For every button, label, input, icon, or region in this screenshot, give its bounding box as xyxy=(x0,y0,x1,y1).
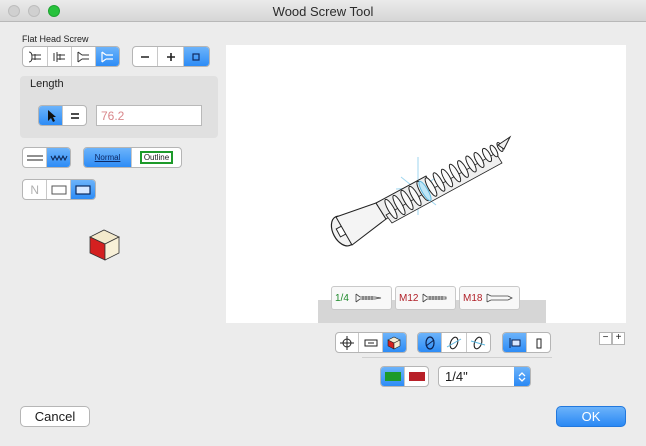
equals-icon xyxy=(70,112,79,119)
rotate-tilt-icon xyxy=(446,336,462,349)
rotate-side-button[interactable] xyxy=(467,333,490,352)
head-type-label: Flat Head Screw xyxy=(22,34,89,44)
plain-thread-icon xyxy=(26,155,43,160)
thread-plain-button[interactable] xyxy=(23,148,47,167)
render-outline-button[interactable]: Outline xyxy=(132,148,181,167)
wood-screw-tool-window: Wood Screw Tool Flat Head Screw Length 7… xyxy=(0,0,646,446)
zoom-out-button[interactable]: − xyxy=(599,332,612,345)
preset-m12-label: M12 xyxy=(399,292,419,304)
align-vertical-icon xyxy=(536,338,541,348)
3d-view-icon xyxy=(387,336,402,349)
color-red-button[interactable] xyxy=(405,367,428,386)
phillips-drive-icon xyxy=(166,52,175,61)
flat-head-icon xyxy=(101,51,114,62)
rotation-segmented xyxy=(417,332,491,353)
rotate-tilt-button[interactable] xyxy=(442,333,467,352)
label-none-button[interactable]: N xyxy=(23,180,48,199)
preset-1-4-label: 1/4 xyxy=(335,292,349,304)
drive-phillips-button[interactable] xyxy=(158,47,184,66)
length-mode-segmented xyxy=(38,105,87,126)
round-head-icon xyxy=(53,51,66,62)
size-select-value: 1/4" xyxy=(445,369,468,384)
box-filled-icon xyxy=(75,184,91,195)
label-filled-box-button[interactable] xyxy=(70,180,95,199)
head-type-pan-button[interactable] xyxy=(23,47,48,66)
view-3d-button[interactable] xyxy=(382,333,406,352)
preset-m12-button[interactable]: M12 xyxy=(395,286,456,310)
green-swatch xyxy=(384,372,401,381)
head-type-round-button[interactable] xyxy=(48,47,72,66)
label-box-button[interactable] xyxy=(47,180,71,199)
drive-type-segmented xyxy=(132,46,210,67)
crosshair-icon xyxy=(340,335,355,350)
box-outline-icon xyxy=(51,185,66,194)
head-type-segmented xyxy=(22,46,120,67)
view-mode-segmented xyxy=(335,332,407,353)
thread-detailed-button[interactable] xyxy=(47,148,70,167)
3d-cube-icon[interactable] xyxy=(86,228,122,262)
align-horizontal-button[interactable] xyxy=(503,333,527,352)
preset-m18-button[interactable]: M18 xyxy=(459,286,520,310)
render-style-segmented: Normal Outline xyxy=(83,147,182,168)
pan-head-icon xyxy=(28,51,41,62)
align-horizontal-icon xyxy=(509,337,520,348)
length-equals-button[interactable] xyxy=(63,106,86,125)
label-mode-segmented: N xyxy=(22,179,96,200)
render-normal-button[interactable]: Normal xyxy=(84,148,133,167)
ok-button[interactable]: OK xyxy=(556,406,626,427)
rotate-front-icon xyxy=(425,335,435,350)
select-arrows-icon xyxy=(514,367,530,386)
oval-head-icon xyxy=(77,51,90,62)
pointer-arrow-icon xyxy=(47,109,56,122)
wood-screw-icon xyxy=(355,293,381,303)
align-vertical-button[interactable] xyxy=(527,333,550,352)
view-center-button[interactable] xyxy=(336,333,360,352)
render-normal-label: Normal xyxy=(94,153,121,162)
thread-style-segmented xyxy=(22,147,71,168)
view-side-button[interactable] xyxy=(359,333,383,352)
side-view-icon xyxy=(364,339,378,346)
color-green-button[interactable] xyxy=(381,367,405,386)
render-outline-label: Outline xyxy=(139,151,174,164)
cancel-button[interactable]: Cancel xyxy=(20,406,90,427)
zoom-in-button[interactable]: + xyxy=(612,332,625,345)
red-swatch xyxy=(408,372,425,381)
bolt-icon xyxy=(487,293,514,303)
screw-preview-canvas[interactable] xyxy=(226,45,626,323)
length-label: Length xyxy=(30,78,64,90)
drive-slot-button[interactable] xyxy=(133,47,159,66)
machine-screw-icon xyxy=(423,293,447,303)
detailed-thread-icon xyxy=(50,154,67,161)
wood-screw-illustration xyxy=(330,135,512,247)
color-segmented xyxy=(380,366,429,387)
slot-drive-icon xyxy=(141,55,150,58)
title-bar[interactable]: Wood Screw Tool xyxy=(0,0,646,22)
length-value-field[interactable]: 76.2 xyxy=(96,105,202,126)
preset-1-4-button[interactable]: 1/4 xyxy=(331,286,392,310)
head-type-oval-button[interactable] xyxy=(72,47,96,66)
drive-square-button[interactable] xyxy=(183,47,209,66)
rotate-side-icon xyxy=(471,336,486,349)
length-pointer-button[interactable] xyxy=(39,106,63,125)
size-select[interactable]: 1/4" xyxy=(438,366,531,387)
toolbar-divider xyxy=(362,357,552,358)
alignment-segmented xyxy=(502,332,551,353)
rotate-front-button[interactable] xyxy=(418,333,443,352)
preset-m18-label: M18 xyxy=(463,292,483,304)
square-drive-icon xyxy=(192,52,200,61)
window-title: Wood Screw Tool xyxy=(272,4,374,19)
head-type-flat-button[interactable] xyxy=(95,47,119,66)
